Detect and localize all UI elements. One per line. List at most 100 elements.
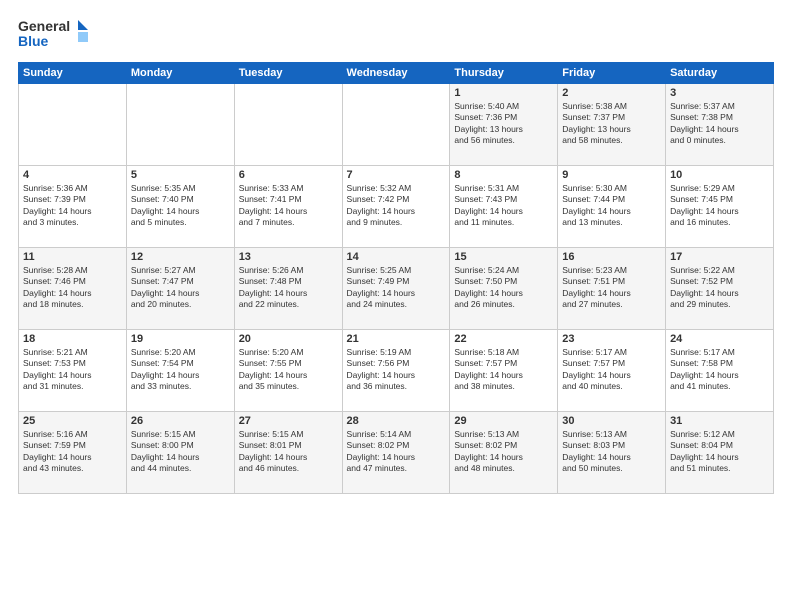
day-number: 30 xyxy=(562,415,661,427)
calendar-cell: 1Sunrise: 5:40 AMSunset: 7:36 PMDaylight… xyxy=(450,84,558,166)
day-info: Sunrise: 5:30 AMSunset: 7:44 PMDaylight:… xyxy=(562,183,661,229)
calendar-cell: 20 Sunrise: 5:20 AMSunset: 7:55 PMDayligh… xyxy=(234,330,342,412)
day-info: Sunrise: 5:15 AMSunset: 8:01 PMDaylight:… xyxy=(239,429,338,475)
day-info: Sunrise: 5:14 AMSunset: 8:02 PMDaylight:… xyxy=(347,429,446,475)
day-number: 23 xyxy=(562,333,661,345)
day-number: 29 xyxy=(454,415,553,427)
calendar-cell: 6 Sunrise: 5:33 AMSunset: 7:41 PMDaylight… xyxy=(234,166,342,248)
day-info: Sunrise: 5:19 AMSunset: 7:56 PMDaylight:… xyxy=(347,347,446,393)
calendar-cell: 7 Sunrise: 5:32 AMSunset: 7:42 PMDaylight… xyxy=(342,166,450,248)
calendar-cell: 21 Sunrise: 5:19 AMSunset: 7:56 PMDayligh… xyxy=(342,330,450,412)
calendar-cell: 8 Sunrise: 5:31 AMSunset: 7:43 PMDaylight… xyxy=(450,166,558,248)
calendar-cell: 13 Sunrise: 5:26 AMSunset: 7:48 PMDayligh… xyxy=(234,248,342,330)
calendar-cell: 12 Sunrise: 5:27 AMSunset: 7:47 PMDayligh… xyxy=(126,248,234,330)
day-info: Sunrise: 5:21 AMSunset: 7:53 PMDaylight:… xyxy=(23,347,122,393)
day-info: Sunrise: 5:12 AMSunset: 8:04 PMDaylight:… xyxy=(670,429,769,475)
day-number: 17 xyxy=(670,251,769,263)
week-row-3: 11 Sunrise: 5:28 AMSunset: 7:46 PMDayligh… xyxy=(19,248,774,330)
day-number: 24 xyxy=(670,333,769,345)
weekday-header-sunday: Sunday xyxy=(19,63,127,84)
calendar-cell: 31 Sunrise: 5:12 AMSunset: 8:04 PMDayligh… xyxy=(666,412,774,494)
day-number: 22 xyxy=(454,333,553,345)
day-info: Sunrise: 5:37 AMSunset: 7:38 PMDaylight:… xyxy=(670,101,769,147)
day-info: Sunrise: 5:38 AMSunset: 7:37 PMDaylight:… xyxy=(562,101,661,147)
calendar-cell: 26Sunrise: 5:15 AMSunset: 8:00 PMDayligh… xyxy=(126,412,234,494)
calendar-cell: 25 Sunrise: 5:16 AMSunset: 7:59 PMDayligh… xyxy=(19,412,127,494)
day-info: Sunrise: 5:27 AMSunset: 7:47 PMDaylight:… xyxy=(131,265,230,311)
week-row-5: 25 Sunrise: 5:16 AMSunset: 7:59 PMDayligh… xyxy=(19,412,774,494)
weekday-header-saturday: Saturday xyxy=(666,63,774,84)
calendar-cell: 28 Sunrise: 5:14 AMSunset: 8:02 PMDayligh… xyxy=(342,412,450,494)
calendar-table: SundayMondayTuesdayWednesdayThursdayFrid… xyxy=(18,62,774,494)
calendar-cell: 9 Sunrise: 5:30 AMSunset: 7:44 PMDaylight… xyxy=(558,166,666,248)
day-info: Sunrise: 5:17 AMSunset: 7:57 PMDaylight:… xyxy=(562,347,661,393)
week-row-2: 4 Sunrise: 5:36 AMSunset: 7:39 PMDaylight… xyxy=(19,166,774,248)
calendar-cell: 14Sunrise: 5:25 AMSunset: 7:49 PMDayligh… xyxy=(342,248,450,330)
day-number: 16 xyxy=(562,251,661,263)
day-number: 8 xyxy=(454,169,553,181)
day-info: Sunrise: 5:26 AMSunset: 7:48 PMDaylight:… xyxy=(239,265,338,311)
calendar-cell: 15Sunrise: 5:24 AMSunset: 7:50 PMDayligh… xyxy=(450,248,558,330)
day-number: 20 xyxy=(239,333,338,345)
day-info: Sunrise: 5:31 AMSunset: 7:43 PMDaylight:… xyxy=(454,183,553,229)
weekday-header-thursday: Thursday xyxy=(450,63,558,84)
calendar-cell: 23 Sunrise: 5:17 AMSunset: 7:57 PMDayligh… xyxy=(558,330,666,412)
day-info: Sunrise: 5:20 AMSunset: 7:54 PMDaylight:… xyxy=(131,347,230,393)
day-info: Sunrise: 5:16 AMSunset: 7:59 PMDaylight:… xyxy=(23,429,122,475)
header: GeneralBlue xyxy=(18,16,774,52)
day-info: Sunrise: 5:18 AMSunset: 7:57 PMDaylight:… xyxy=(454,347,553,393)
day-number: 6 xyxy=(239,169,338,181)
calendar-cell xyxy=(126,84,234,166)
day-number: 2 xyxy=(562,87,661,99)
day-info: Sunrise: 5:17 AMSunset: 7:58 PMDaylight:… xyxy=(670,347,769,393)
svg-text:General: General xyxy=(18,18,70,34)
day-number: 25 xyxy=(23,415,122,427)
weekday-header-tuesday: Tuesday xyxy=(234,63,342,84)
day-info: Sunrise: 5:35 AMSunset: 7:40 PMDaylight:… xyxy=(131,183,230,229)
calendar-cell: 29 Sunrise: 5:13 AMSunset: 8:02 PMDayligh… xyxy=(450,412,558,494)
weekday-header-monday: Monday xyxy=(126,63,234,84)
day-info: Sunrise: 5:28 AMSunset: 7:46 PMDaylight:… xyxy=(23,265,122,311)
calendar-cell: 18 Sunrise: 5:21 AMSunset: 7:53 PMDayligh… xyxy=(19,330,127,412)
calendar-cell xyxy=(342,84,450,166)
calendar-cell: 22 Sunrise: 5:18 AMSunset: 7:57 PMDayligh… xyxy=(450,330,558,412)
calendar-cell: 11 Sunrise: 5:28 AMSunset: 7:46 PMDayligh… xyxy=(19,248,127,330)
day-info: Sunrise: 5:29 AMSunset: 7:45 PMDaylight:… xyxy=(670,183,769,229)
day-number: 12 xyxy=(131,251,230,263)
day-number: 4 xyxy=(23,169,122,181)
calendar-cell: 19Sunrise: 5:20 AMSunset: 7:54 PMDayligh… xyxy=(126,330,234,412)
calendar-cell: 17 Sunrise: 5:22 AMSunset: 7:52 PMDayligh… xyxy=(666,248,774,330)
day-number: 28 xyxy=(347,415,446,427)
day-info: Sunrise: 5:33 AMSunset: 7:41 PMDaylight:… xyxy=(239,183,338,229)
day-number: 9 xyxy=(562,169,661,181)
day-number: 11 xyxy=(23,251,122,263)
calendar-cell xyxy=(234,84,342,166)
calendar-cell: 4 Sunrise: 5:36 AMSunset: 7:39 PMDaylight… xyxy=(19,166,127,248)
logo: GeneralBlue xyxy=(18,16,88,52)
day-info: Sunrise: 5:20 AMSunset: 7:55 PMDaylight:… xyxy=(239,347,338,393)
day-number: 3 xyxy=(670,87,769,99)
day-number: 15 xyxy=(454,251,553,263)
weekday-header-wednesday: Wednesday xyxy=(342,63,450,84)
day-number: 10 xyxy=(670,169,769,181)
calendar-cell: 16 Sunrise: 5:23 AMSunset: 7:51 PMDayligh… xyxy=(558,248,666,330)
day-number: 21 xyxy=(347,333,446,345)
day-info: Sunrise: 5:23 AMSunset: 7:51 PMDaylight:… xyxy=(562,265,661,311)
day-number: 18 xyxy=(23,333,122,345)
calendar-cell: 27Sunrise: 5:15 AMSunset: 8:01 PMDayligh… xyxy=(234,412,342,494)
day-number: 7 xyxy=(347,169,446,181)
day-info: Sunrise: 5:22 AMSunset: 7:52 PMDaylight:… xyxy=(670,265,769,311)
day-info: Sunrise: 5:13 AMSunset: 8:02 PMDaylight:… xyxy=(454,429,553,475)
calendar-cell: 2 Sunrise: 5:38 AMSunset: 7:37 PMDaylight… xyxy=(558,84,666,166)
day-info: Sunrise: 5:36 AMSunset: 7:39 PMDaylight:… xyxy=(23,183,122,229)
calendar-cell: 5Sunrise: 5:35 AMSunset: 7:40 PMDaylight… xyxy=(126,166,234,248)
day-number: 13 xyxy=(239,251,338,263)
calendar-cell xyxy=(19,84,127,166)
day-info: Sunrise: 5:32 AMSunset: 7:42 PMDaylight:… xyxy=(347,183,446,229)
calendar-cell: 24 Sunrise: 5:17 AMSunset: 7:58 PMDayligh… xyxy=(666,330,774,412)
calendar-cell: 3 Sunrise: 5:37 AMSunset: 7:38 PMDaylight… xyxy=(666,84,774,166)
day-number: 31 xyxy=(670,415,769,427)
day-info: Sunrise: 5:40 AMSunset: 7:36 PMDaylight:… xyxy=(454,101,553,147)
calendar-cell: 10 Sunrise: 5:29 AMSunset: 7:45 PMDayligh… xyxy=(666,166,774,248)
weekday-header-row: SundayMondayTuesdayWednesdayThursdayFrid… xyxy=(19,63,774,84)
